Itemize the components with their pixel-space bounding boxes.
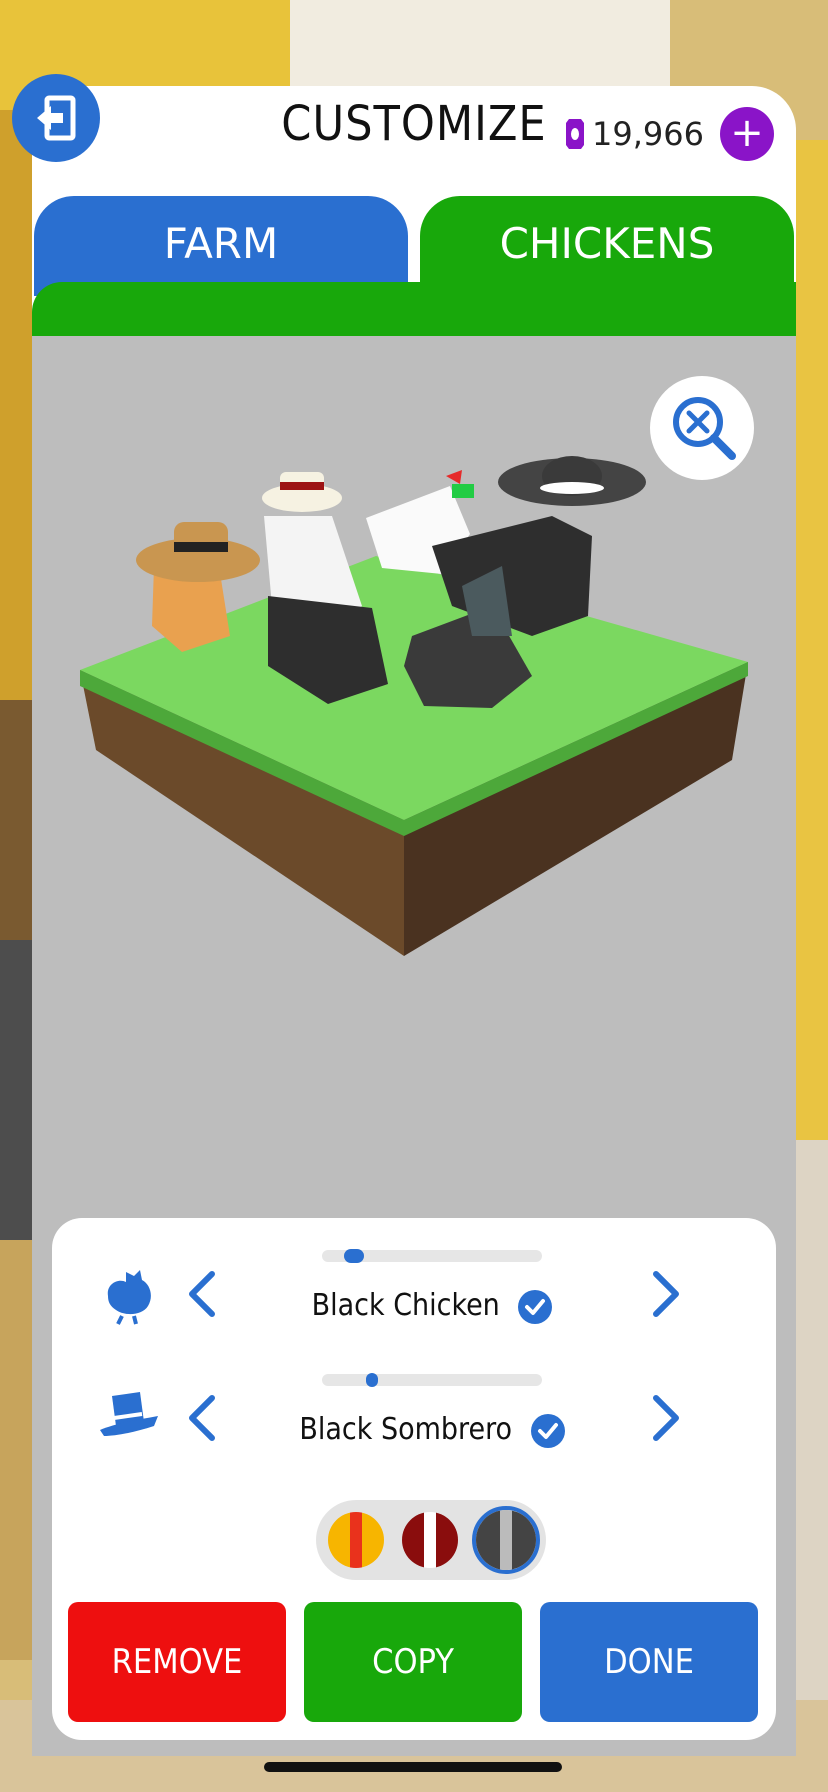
- check-icon: [518, 1289, 553, 1324]
- chicken-name: Black Chicken: [311, 1288, 500, 1323]
- hat-name: Black Sombrero: [299, 1412, 513, 1447]
- tab-chickens[interactable]: CHICKENS: [420, 196, 794, 296]
- tab-farm[interactable]: FARM: [34, 196, 408, 296]
- currency-display: 19,966 +: [566, 104, 774, 164]
- color-swatch-yellow-red[interactable]: [328, 1512, 384, 1568]
- copy-button[interactable]: COPY: [304, 1602, 522, 1722]
- zoom-out-icon: [673, 397, 736, 460]
- chicken-slider[interactable]: [322, 1249, 542, 1263]
- chicken-selector-row: Black Chicken: [52, 1249, 776, 1340]
- remove-button[interactable]: REMOVE: [68, 1602, 286, 1722]
- chicken-selection: Black Chicken: [222, 1288, 642, 1324]
- exit-button[interactable]: [12, 74, 100, 162]
- chicken-slider-thumb[interactable]: [344, 1249, 364, 1263]
- chicken-icon: [107, 1270, 151, 1325]
- add-currency-button[interactable]: +: [720, 107, 774, 161]
- hat-color-picker: [316, 1500, 546, 1580]
- tab-underline: [32, 282, 796, 336]
- hat-slider[interactable]: [322, 1373, 542, 1387]
- color-swatch-red-white[interactable]: [402, 1512, 458, 1568]
- zoom-out-button[interactable]: [650, 376, 754, 480]
- next-hat-button[interactable]: [646, 1392, 686, 1444]
- previous-chicken-button[interactable]: [182, 1268, 222, 1320]
- hat-selector-row: Black Sombrero: [52, 1373, 776, 1464]
- hat-selection: Black Sombrero: [222, 1412, 642, 1448]
- color-swatch-black-grey[interactable]: [472, 1506, 540, 1574]
- hat-icon: [100, 1392, 158, 1436]
- currency-value: 19,966: [592, 115, 704, 153]
- done-button[interactable]: DONE: [540, 1602, 758, 1722]
- previous-hat-button[interactable]: [182, 1392, 222, 1444]
- home-indicator[interactable]: [264, 1762, 562, 1772]
- sombrero-chicken: [432, 456, 646, 636]
- exit-icon: [37, 95, 76, 141]
- gem-icon: [566, 119, 585, 149]
- next-chicken-button[interactable]: [646, 1268, 686, 1320]
- check-icon: [530, 1413, 565, 1448]
- hat-slider-thumb[interactable]: [366, 1373, 378, 1387]
